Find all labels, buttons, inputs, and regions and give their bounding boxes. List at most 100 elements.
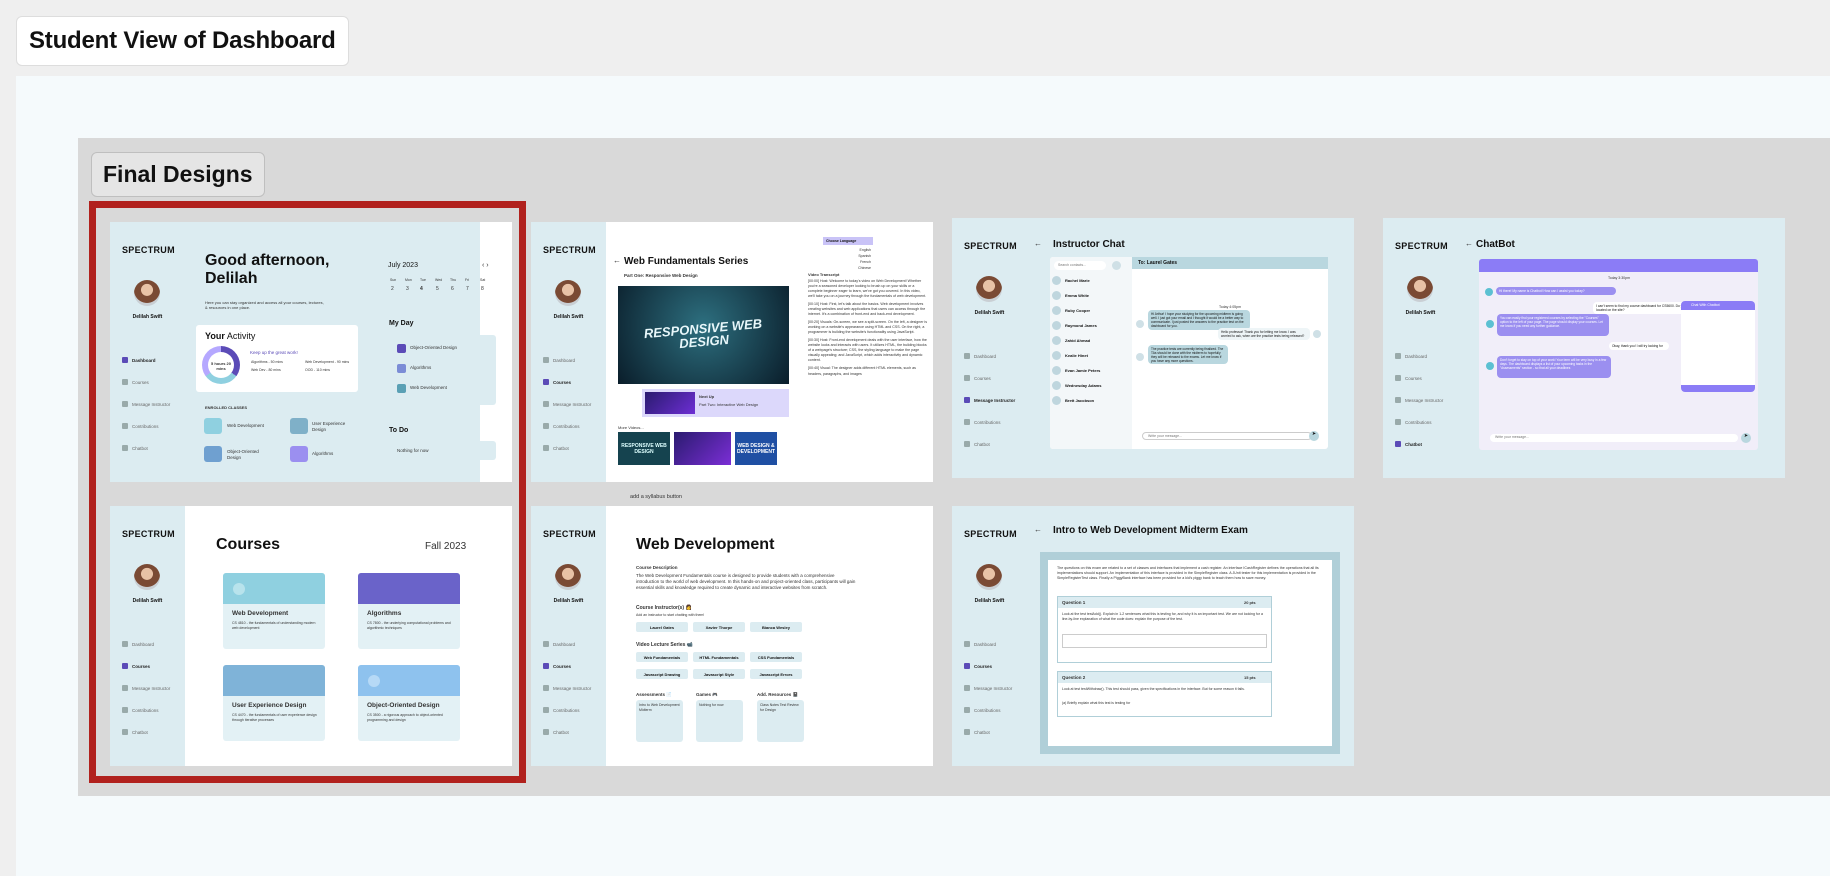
contact-item[interactable]: Raymond James	[1052, 319, 1110, 332]
nav-dashboard[interactable]: Dashboard	[543, 641, 575, 647]
games-empty: Nothing for now	[699, 703, 724, 707]
desc-label: Course Description	[636, 565, 678, 570]
assess-item[interactable]: Intro to Web Development Midterm	[639, 703, 681, 712]
nav-courses[interactable]: Courses	[543, 379, 571, 385]
back-arrow-icon[interactable]: ←	[613, 256, 621, 267]
language-options[interactable]: English Spanish French Chinese	[851, 248, 871, 272]
contact-item[interactable]: Ruby Cooper	[1052, 304, 1110, 317]
home-icon	[543, 641, 549, 647]
more-video-thumb-0[interactable]: RESPONSIVE WEB DESIGN	[618, 432, 670, 465]
contact-name: Rachel Marie	[1065, 278, 1090, 283]
avatar	[1052, 306, 1061, 315]
book-icon	[543, 379, 549, 385]
nav-chatbot[interactable]: Chatbot	[543, 729, 569, 735]
nav-chatbot[interactable]: Chatbot	[964, 729, 990, 735]
annotation-note: add a syllabus button	[630, 494, 682, 500]
chatbot-popup[interactable]: Chat With Chatbot	[1681, 301, 1755, 392]
back-arrow-icon[interactable]: ←	[1034, 525, 1042, 536]
answer-1-field[interactable]	[1062, 634, 1267, 648]
video-part: Part One: Responsive Web Design	[624, 273, 698, 278]
contact-item[interactable]: Emma White	[1052, 289, 1110, 302]
more-video-thumb-1[interactable]	[674, 432, 731, 465]
chat-input[interactable]: Write your message...	[1142, 432, 1312, 440]
transcript: [00:00] Host: Welcome to today's video o…	[808, 279, 927, 376]
instructor-chip-0[interactable]: Laurel Gates	[636, 622, 688, 632]
nav-contributions[interactable]: Contributions	[543, 707, 580, 713]
contact-item[interactable]: Wednesday Adams	[1052, 379, 1110, 392]
chatbot-input[interactable]: Write your message...	[1490, 434, 1738, 442]
send-icon[interactable]: ➤	[1309, 431, 1319, 441]
nav-message[interactable]: Message Instructor	[964, 397, 1015, 403]
send-icon[interactable]: ➤	[1741, 433, 1751, 443]
up-next-label: Next Up	[699, 394, 715, 399]
nav-dashboard[interactable]: Dashboard	[1395, 353, 1427, 359]
nav-contributions[interactable]: Contributions	[543, 423, 580, 429]
frame-instructor-chat[interactable]: SPECTRUM Delilah Swift Dashboard Courses…	[952, 218, 1354, 478]
contact-item[interactable]: Evan Jamie Peters	[1052, 364, 1110, 377]
nav-courses[interactable]: Courses	[964, 375, 991, 381]
lecture-chip-4[interactable]: Javascript Style	[693, 669, 745, 679]
back-arrow-icon[interactable]: ←	[1034, 239, 1042, 250]
back-arrow-icon[interactable]: ←	[1465, 239, 1473, 250]
more-video-thumb-2[interactable]: WEB DESIGN & DEVELOPMENT	[735, 432, 777, 465]
nav-courses[interactable]: Courses	[543, 663, 571, 669]
video-player[interactable]: RESPONSIVE WEB DESIGN	[618, 286, 789, 384]
transcript-title: Video Transcript	[808, 272, 840, 277]
nav-contributions[interactable]: Contributions	[964, 419, 1001, 425]
brand-logo: SPECTRUM	[543, 245, 596, 255]
nav-message[interactable]: Message Instructor	[964, 685, 1012, 691]
frame-chatbot[interactable]: SPECTRUM Delilah Swift Dashboard Courses…	[1383, 218, 1785, 478]
lecture-chip-3[interactable]: Javascript Drawing	[636, 669, 688, 679]
contact-item[interactable]: Rachel Marie	[1052, 274, 1110, 287]
lecture-chip-2[interactable]: CSS Fundamentals	[750, 652, 802, 662]
language-select[interactable]: Choose Language	[823, 237, 873, 245]
question-1-text: Look at the test testAdd(). Explain in 1…	[1062, 612, 1263, 621]
frame-exam[interactable]: SPECTRUM Delilah Swift Dashboard Courses…	[952, 506, 1354, 766]
chat-icon	[1395, 441, 1401, 447]
nav-message[interactable]: Message Instructor	[543, 401, 591, 407]
frame-video[interactable]: SPECTRUM Delilah Swift Dashboard Courses…	[531, 222, 933, 482]
nav-message[interactable]: Message Instructor	[1395, 397, 1443, 403]
assess-label: Assessments 📄	[636, 692, 672, 697]
lecture-chip-5[interactable]: Javascript Errors	[750, 669, 802, 679]
nav-contributions[interactable]: Contributions	[1395, 419, 1432, 425]
contact-item[interactable]: Kealie Hinet	[1052, 349, 1110, 362]
message-1: Hello professor! Thank you for letting m…	[1218, 328, 1310, 340]
nav-courses[interactable]: Courses	[964, 663, 992, 669]
contrib-icon	[543, 423, 549, 429]
brand-logo: SPECTRUM	[964, 241, 1017, 251]
nav-dashboard[interactable]: Dashboard	[543, 357, 575, 363]
nav-chatbot[interactable]: Chatbot	[964, 441, 990, 447]
question-1-points: 20 pts	[1244, 600, 1256, 605]
nav-message[interactable]: Message Instructor	[543, 685, 591, 691]
contact-name: Wednesday Adams	[1065, 383, 1102, 388]
nav-courses[interactable]: Courses	[1395, 375, 1422, 381]
sidebar: SPECTRUM Delilah Swift Dashboard Courses…	[531, 222, 606, 482]
user-name: Delilah Swift	[1405, 310, 1436, 316]
frame-webdev[interactable]: SPECTRUM Delilah Swift Dashboard Courses…	[531, 506, 933, 766]
contact-item[interactable]: Brett Jacobson	[1052, 394, 1110, 407]
instructor-chip-1[interactable]: Xavier Thorpe	[693, 622, 745, 632]
message-icon	[964, 685, 970, 691]
nav-contributions[interactable]: Contributions	[964, 707, 1001, 713]
nav-chatbot[interactable]: Chatbot	[543, 445, 569, 451]
new-chat-icon[interactable]	[1112, 261, 1121, 270]
contacts-search[interactable]: Search contacts...	[1054, 261, 1106, 270]
home-icon	[964, 353, 970, 359]
avatar	[976, 276, 1002, 302]
resources-items[interactable]: Class Notes Test Review for Design	[760, 703, 802, 712]
nav-dashboard[interactable]: Dashboard	[964, 641, 996, 647]
nav-dashboard[interactable]: Dashboard	[964, 353, 996, 359]
message-0: Hi Arthur! I hope your studying for the …	[1148, 310, 1250, 330]
sidebar: SPECTRUM Delilah Swift Dashboard Courses…	[952, 506, 1027, 766]
message-2: The practice tests are currently being f…	[1148, 345, 1228, 364]
lecture-chip-1[interactable]: HTML Fundamentals	[693, 652, 745, 662]
chatbot-day: Today 3:30pm	[1608, 276, 1630, 280]
video-title: Web Fundamentals Series	[624, 256, 749, 267]
contact-item[interactable]: Zahid Ahmad	[1052, 334, 1110, 347]
lecture-chip-0[interactable]: Web Fundamentals	[636, 652, 688, 662]
nav-chatbot[interactable]: Chatbot	[1395, 441, 1422, 447]
page-title: Student View of Dashboard	[16, 16, 349, 66]
sidebar: SPECTRUM Delilah Swift Dashboard Courses…	[531, 506, 606, 766]
instructor-chip-2[interactable]: Bianca Wesley	[750, 622, 802, 632]
